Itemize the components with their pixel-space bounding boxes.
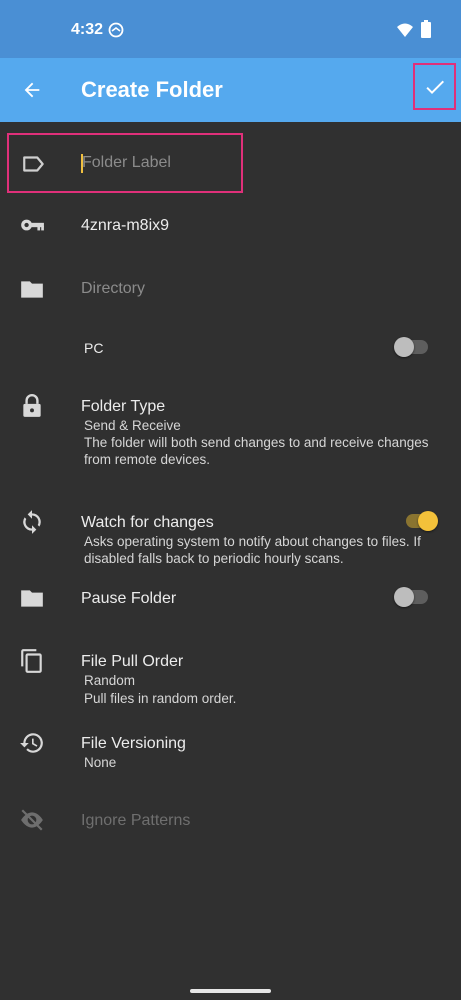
toggle-thumb — [418, 511, 438, 531]
folder-id-value[interactable]: 4znra-m8ix9 — [81, 217, 169, 235]
confirm-button[interactable] — [413, 63, 456, 110]
file-pull-order-title[interactable]: File Pull Order — [81, 653, 183, 671]
folder-icon — [21, 590, 43, 607]
directory-field[interactable]: Directory — [81, 280, 145, 298]
toggle-thumb — [394, 587, 414, 607]
folder-type-value: Send & Receive — [84, 418, 181, 433]
lock-icon — [23, 394, 41, 417]
watch-changes-title[interactable]: Watch for changes — [81, 514, 214, 532]
ignore-patterns-title: Ignore Patterns — [81, 812, 191, 829]
toggle-thumb — [394, 337, 414, 357]
key-icon — [21, 219, 44, 231]
home-indicator[interactable] — [190, 989, 271, 993]
sync-icon — [23, 510, 41, 534]
pause-folder-toggle[interactable] — [394, 585, 430, 609]
arrow-back-icon — [24, 82, 40, 98]
check-icon — [425, 80, 444, 94]
label-icon — [23, 156, 44, 172]
sync-status-icon — [108, 22, 124, 38]
folder-type-title[interactable]: Folder Type — [81, 398, 165, 416]
folder-label-field[interactable] — [7, 133, 243, 193]
file-versioning-title[interactable]: File Versioning — [81, 735, 186, 753]
device-pc-toggle[interactable] — [394, 335, 430, 359]
history-icon — [20, 733, 43, 753]
status-bar: 4:32 — [0, 0, 461, 58]
copy-icon — [21, 649, 42, 673]
app-bar: Create Folder — [0, 58, 461, 122]
watch-changes-toggle[interactable] — [402, 509, 438, 533]
watch-changes-description: Asks operating system to notify about ch… — [84, 534, 421, 566]
page-title: Create Folder — [81, 77, 223, 102]
status-time: 4:32 — [71, 21, 104, 38]
file-versioning-value: None — [84, 755, 117, 770]
battery-icon — [421, 20, 431, 38]
folder-icon — [21, 281, 43, 298]
wifi-icon — [397, 23, 413, 37]
eye-off-icon — [21, 809, 43, 831]
pause-folder-title[interactable]: Pause Folder — [81, 590, 176, 608]
text-caret — [81, 154, 83, 173]
back-button[interactable] — [12, 70, 52, 110]
file-pull-order-description: Pull files in random order. — [84, 691, 237, 706]
file-pull-order-value: Random — [84, 673, 136, 688]
folder-type-description: The folder will both send changes to and… — [84, 435, 429, 467]
device-pc-label: PC — [84, 340, 104, 356]
folder-label-input[interactable] — [82, 152, 232, 174]
